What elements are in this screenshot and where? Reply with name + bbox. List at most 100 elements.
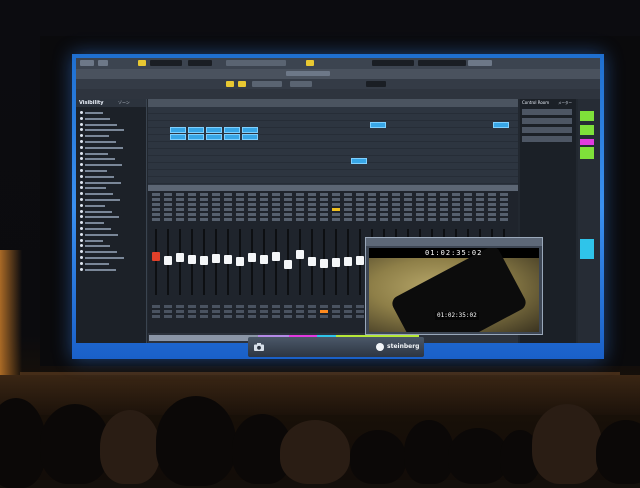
insert-slot[interactable] [248,213,256,216]
solo-button[interactable] [224,310,232,313]
insert-slot[interactable] [308,208,316,211]
transport-display[interactable] [372,60,414,66]
insert-slot[interactable] [368,213,376,216]
insert-slot[interactable] [380,193,388,196]
visibility-dot-icon[interactable] [80,203,83,207]
insert-slot[interactable] [464,218,472,221]
insert-slot[interactable] [440,218,448,221]
insert-slot[interactable] [464,213,472,216]
visibility-list-item[interactable] [80,227,140,231]
insert-slot[interactable] [188,198,196,201]
insert-slot[interactable] [416,208,424,211]
insert-slot[interactable] [356,203,364,206]
visibility-list-item[interactable] [80,186,140,190]
visibility-list-item[interactable] [80,151,140,156]
insert-slot[interactable] [452,203,460,206]
visibility-list-item[interactable] [80,128,140,132]
insert-slot[interactable] [344,198,352,201]
insert-slot[interactable] [332,203,340,206]
insert-slot[interactable] [464,203,472,206]
insert-slot[interactable] [392,218,400,221]
insert-slot[interactable] [356,218,364,221]
insert-slot[interactable] [188,193,196,196]
insert-slot[interactable] [500,213,508,216]
solo-button[interactable] [260,310,268,313]
fader-handle[interactable] [344,256,352,266]
insert-slot[interactable] [224,208,232,211]
insert-slot[interactable] [272,193,280,196]
audio-event[interactable] [206,134,222,140]
visibility-list-item[interactable] [80,163,140,167]
visibility-dot-icon[interactable] [80,215,83,219]
insert-slot[interactable] [476,193,484,196]
green-indicator[interactable] [580,111,594,121]
insert-slot[interactable] [152,198,160,201]
insert-slot[interactable] [284,193,292,196]
insert-slot[interactable] [356,198,364,201]
snap-button[interactable] [138,60,146,66]
mute-button[interactable] [200,305,208,308]
insert-slot[interactable] [488,198,496,201]
visibility-dot-icon[interactable] [80,192,83,196]
audio-event[interactable] [170,134,186,140]
visibility-dot-icon[interactable] [80,244,83,248]
insert-slot[interactable] [260,198,268,201]
insert-slot[interactable] [464,198,472,201]
mixer-config-field[interactable] [366,81,386,87]
monitor-button[interactable] [212,315,220,318]
magenta-indicator[interactable] [580,139,594,145]
solo-button[interactable] [248,310,256,313]
insert-slot[interactable] [428,208,436,211]
visibility-dot-icon[interactable] [80,180,83,184]
audio-event[interactable] [206,127,222,133]
insert-slot[interactable] [416,203,424,206]
insert-slot[interactable] [260,213,268,216]
insert-slot[interactable] [368,203,376,206]
control-room-row[interactable] [522,109,572,115]
insert-slot[interactable] [392,198,400,201]
mute-button[interactable] [248,305,256,308]
control-room-row[interactable] [522,127,572,133]
insert-slot[interactable] [332,193,340,196]
mixer-filter[interactable] [290,81,312,87]
visibility-dot-icon[interactable] [80,221,83,225]
fader-handle[interactable] [188,254,196,264]
insert-slot[interactable] [152,203,160,206]
insert-slot[interactable] [452,193,460,196]
mute-button[interactable] [344,305,352,308]
camera-icon[interactable] [254,343,264,351]
insert-slot[interactable] [248,203,256,206]
insert-slot[interactable] [176,198,184,201]
grid-field[interactable] [188,60,212,66]
insert-slot[interactable] [284,218,292,221]
visibility-dot-icon[interactable] [80,267,83,271]
insert-slot[interactable] [452,208,460,211]
insert-slot[interactable] [416,198,424,201]
insert-slot[interactable] [344,203,352,206]
insert-slot[interactable] [488,218,496,221]
monitor-button[interactable] [344,315,352,318]
insert-slot[interactable] [320,193,328,196]
visibility-list-item[interactable] [80,232,140,237]
insert-slot[interactable] [500,193,508,196]
mute-button[interactable] [236,305,244,308]
mixer-tool-2[interactable] [238,81,246,87]
monitor-button[interactable] [308,315,316,318]
insert-slot[interactable] [272,218,280,221]
monitor-button[interactable] [200,315,208,318]
insert-slot[interactable] [380,213,388,216]
monitor-button[interactable] [188,315,196,318]
visibility-list-item[interactable] [80,192,140,196]
project-button[interactable] [80,60,94,66]
visibility-list-item[interactable] [80,111,140,115]
insert-slot[interactable] [476,218,484,221]
color-button[interactable] [306,60,314,66]
insert-slot[interactable] [500,218,508,221]
insert-slot[interactable] [332,208,340,211]
insert-slot[interactable] [176,203,184,206]
solo-button[interactable] [188,310,196,313]
insert-slot[interactable] [164,208,172,211]
mute-button[interactable] [212,305,220,308]
insert-slot[interactable] [440,203,448,206]
insert-slot[interactable] [224,213,232,216]
